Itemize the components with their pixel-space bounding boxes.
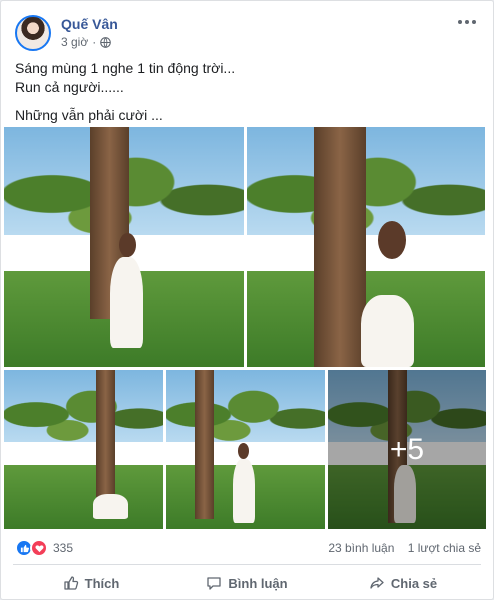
thumbs-up-icon [64,576,78,590]
like-label: Thích [84,575,120,591]
divider [13,564,481,565]
engagement-counts: 23 bình luận 1 lượt chia sẻ [318,541,481,555]
more-photos-overlay[interactable]: +5 [328,370,486,529]
post-line: Sáng mùng 1 nghe 1 tin động trời... [15,60,236,76]
post-header: Quế Vân 3 giờ · [13,13,481,53]
comment-count[interactable]: 23 bình luận [328,541,394,555]
globe-icon [100,36,112,48]
more-options-icon[interactable] [455,15,479,29]
photo-grid: +5 [1,127,494,531]
post-meta: 3 giờ · [61,35,112,49]
reaction-count[interactable]: 335 [53,541,73,555]
more-photos-count: +5 [389,432,425,466]
author-name[interactable]: Quế Vân [61,16,118,32]
share-button[interactable]: Chia sẻ [325,567,481,599]
like-button[interactable]: Thích [13,567,169,599]
share-count[interactable]: 1 lượt chia sẻ [408,541,481,555]
reaction-icons[interactable] [15,539,48,557]
action-bar: Thích Bình luận Chia sẻ [13,567,481,599]
share-icon [370,577,384,589]
photo-4[interactable] [166,370,325,529]
photo-2[interactable] [247,127,485,367]
love-reaction-icon [30,539,48,557]
post-text: Sáng mùng 1 nghe 1 tin động trời... Run … [15,59,479,125]
comment-label: Bình luận [228,575,288,591]
reactions-bar: 335 23 bình luận 1 lượt chia sẻ [15,538,481,558]
photo-3[interactable] [4,370,163,529]
post-line: Run cả người...... [15,79,124,95]
post-card: Quế Vân 3 giờ · Sáng mùng 1 nghe 1 tin đ… [0,0,494,600]
share-label: Chia sẻ [390,575,438,591]
comment-icon [207,577,222,590]
post-time[interactable]: 3 giờ [61,35,88,49]
photo-1[interactable] [4,127,244,367]
post-line: Những vẫn phải cười ... [15,107,163,123]
comment-button[interactable]: Bình luận [169,567,325,599]
photo-5[interactable]: +5 [328,370,486,529]
avatar[interactable] [15,15,51,51]
